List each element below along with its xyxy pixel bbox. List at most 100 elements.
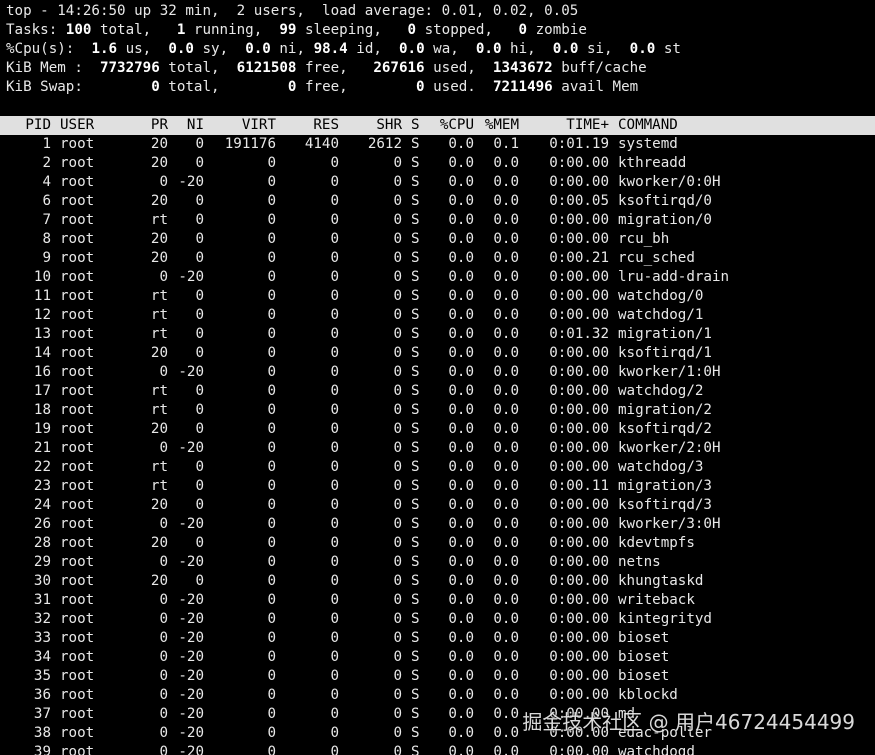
- cell-virt: 0: [267, 421, 276, 437]
- cell-ni: 0: [195, 573, 204, 589]
- table-row[interactable]: 31 root 0 -20 0 0 0 S 0.0 0.0 0:00.00 writeback: [0, 591, 875, 610]
- cell-ni: 0: [195, 250, 204, 266]
- table-row[interactable]: 26 root 0 -20 0 0 0 S 0.0 0.0 0:00.00 kworker/3:0H: [0, 515, 875, 534]
- table-row[interactable]: 11 root rt 0 0 0 0 S 0.0 0.0 0:00.00 watchdog/0: [0, 287, 875, 306]
- table-row[interactable]: 22 root rt 0 0 0 0 S 0.0 0.0 0:00.00 watchdog/3: [0, 458, 875, 477]
- cell-pr: 20: [150, 155, 168, 171]
- cell-state: S: [411, 326, 420, 342]
- column-header-time: TIME+: [566, 117, 609, 133]
- table-row[interactable]: 23 root rt 0 0 0 0 S 0.0 0.0 0:00.11 migration/3: [0, 477, 875, 496]
- table-row[interactable]: 9 root 20 0 0 0 0 S 0.0 0.0 0:00.21 rcu_sched: [0, 249, 875, 268]
- cell-state: S: [411, 364, 420, 380]
- cell-virt: 0: [267, 535, 276, 551]
- table-row[interactable]: 33 root 0 -20 0 0 0 S 0.0 0.0 0:00.00 bioset: [0, 629, 875, 648]
- cell-pr: 20: [150, 231, 168, 247]
- cell-ni: -20: [178, 611, 204, 627]
- cell-virt: 0: [267, 193, 276, 209]
- cell-ni: 0: [195, 136, 204, 152]
- cell-pid: 11: [33, 288, 51, 304]
- cell-cpu: 0.0: [448, 440, 474, 456]
- table-row[interactable]: 14 root 20 0 0 0 0 S 0.0 0.0 0:00.00 ksoftirqd/1: [0, 344, 875, 363]
- table-row[interactable]: 10 root 0 -20 0 0 0 S 0.0 0.0 0:00.00 lru-add-drain: [0, 268, 875, 287]
- cell-ni: 0: [195, 421, 204, 437]
- cell-state: S: [411, 744, 420, 755]
- table-row[interactable]: 39 root 0 -20 0 0 0 S 0.0 0.0 0:00.00 watchdogd: [0, 743, 875, 755]
- cell-user: root: [60, 573, 95, 589]
- mem-used-label: used,: [424, 60, 476, 76]
- column-header-user: USER: [60, 117, 95, 133]
- cell-shr: 0: [393, 364, 402, 380]
- cell-mem: 0.0: [493, 706, 519, 722]
- cell-cpu: 0.0: [448, 326, 474, 342]
- cell-time: 0:00.00: [549, 687, 609, 703]
- cell-virt: 0: [267, 478, 276, 494]
- cell-shr: 0: [393, 744, 402, 755]
- table-row[interactable]: 6 root 20 0 0 0 0 S 0.0 0.0 0:00.05 ksoftirqd/0: [0, 192, 875, 211]
- table-row[interactable]: 29 root 0 -20 0 0 0 S 0.0 0.0 0:00.00 netns: [0, 553, 875, 572]
- cell-time: 0:00.00: [549, 383, 609, 399]
- table-row[interactable]: 36 root 0 -20 0 0 0 S 0.0 0.0 0:00.00 kblockd: [0, 686, 875, 705]
- table-row[interactable]: 35 root 0 -20 0 0 0 S 0.0 0.0 0:00.00 bioset: [0, 667, 875, 686]
- table-row[interactable]: 17 root rt 0 0 0 0 S 0.0 0.0 0:00.00 watchdog/2: [0, 382, 875, 401]
- cell-state: S: [411, 668, 420, 684]
- cell-command: kintegrityd: [618, 611, 712, 627]
- cell-time: 0:00.00: [549, 212, 609, 228]
- terminal-window[interactable]: top - 14:26:50 up 32 min, 2 users, load …: [0, 0, 875, 755]
- cell-pr: 0: [159, 174, 168, 190]
- cell-pid: 10: [33, 269, 51, 285]
- table-row[interactable]: 30 root 20 0 0 0 0 S 0.0 0.0 0:00.00 khungtaskd: [0, 572, 875, 591]
- cell-cpu: 0.0: [448, 155, 474, 171]
- cell-ni: -20: [178, 725, 204, 741]
- cell-pid: 39: [33, 744, 51, 755]
- table-row[interactable]: 19 root 20 0 0 0 0 S 0.0 0.0 0:00.00 ksoftirqd/2: [0, 420, 875, 439]
- cell-res: 0: [330, 630, 339, 646]
- cell-time: 0:00.00: [549, 345, 609, 361]
- cell-mem: 0.0: [493, 744, 519, 755]
- cell-cpu: 0.0: [448, 554, 474, 570]
- table-row[interactable]: 12 root rt 0 0 0 0 S 0.0 0.0 0:00.00 watchdog/1: [0, 306, 875, 325]
- table-row[interactable]: 34 root 0 -20 0 0 0 S 0.0 0.0 0:00.00 bioset: [0, 648, 875, 667]
- cell-pr: rt: [150, 383, 168, 399]
- cell-pid: 7: [42, 212, 51, 228]
- mem-used: 267616: [373, 60, 425, 76]
- cell-ni: -20: [178, 668, 204, 684]
- cell-cpu: 0.0: [448, 212, 474, 228]
- cpu-hi-label: hi,: [501, 41, 536, 57]
- cell-time: 0:00.00: [549, 364, 609, 380]
- table-row[interactable]: 21 root 0 -20 0 0 0 S 0.0 0.0 0:00.00 kworker/2:0H: [0, 439, 875, 458]
- table-row[interactable]: 28 root 20 0 0 0 0 S 0.0 0.0 0:00.00 kdevtmpfs: [0, 534, 875, 553]
- table-row[interactable]: 24 root 20 0 0 0 0 S 0.0 0.0 0:00.00 ksoftirqd/3: [0, 496, 875, 515]
- table-row[interactable]: 18 root rt 0 0 0 0 S 0.0 0.0 0:00.00 migration/2: [0, 401, 875, 420]
- process-table-header[interactable]: PID USER PR NI VIRT RES SHR S %CPU %MEM TIME+ COMMA…: [0, 116, 875, 135]
- table-row[interactable]: 1 root 20 0 191176 4140 2612 S 0.0 0.1 0:01.19 syst…: [0, 135, 875, 154]
- table-row[interactable]: 2 root 20 0 0 0 0 S 0.0 0.0 0:00.00 kthreadd: [0, 154, 875, 173]
- cell-pid: 21: [33, 440, 51, 456]
- cell-res: 0: [330, 174, 339, 190]
- cell-virt: 0: [267, 269, 276, 285]
- table-row[interactable]: 16 root 0 -20 0 0 0 S 0.0 0.0 0:00.00 kworker/1:0H: [0, 363, 875, 382]
- table-row[interactable]: 32 root 0 -20 0 0 0 S 0.0 0.0 0:00.00 kintegrityd: [0, 610, 875, 629]
- cell-ni: 0: [195, 497, 204, 513]
- cell-cpu: 0.0: [448, 744, 474, 755]
- cell-res: 0: [330, 573, 339, 589]
- cell-shr: 0: [393, 725, 402, 741]
- cell-command: watchdog/3: [618, 459, 704, 475]
- cell-pr: rt: [150, 288, 168, 304]
- cell-pid: 23: [33, 478, 51, 494]
- table-row[interactable]: 8 root 20 0 0 0 0 S 0.0 0.0 0:00.00 rcu_bh: [0, 230, 875, 249]
- cell-user: root: [60, 421, 95, 437]
- cell-shr: 0: [393, 478, 402, 494]
- cell-state: S: [411, 554, 420, 570]
- cell-pr: rt: [150, 212, 168, 228]
- table-row[interactable]: 13 root rt 0 0 0 0 S 0.0 0.0 0:01.32 migration/1: [0, 325, 875, 344]
- cell-command: kworker/2:0H: [618, 440, 721, 456]
- cell-cpu: 0.0: [448, 364, 474, 380]
- table-row[interactable]: 7 root rt 0 0 0 0 S 0.0 0.0 0:00.00 migration/0: [0, 211, 875, 230]
- table-row[interactable]: 4 root 0 -20 0 0 0 S 0.0 0.0 0:00.00 kworker/0:0H: [0, 173, 875, 192]
- cell-time: 0:00.00: [549, 554, 609, 570]
- cell-time: 0:00.00: [549, 155, 609, 171]
- cell-mem: 0.0: [493, 193, 519, 209]
- cell-res: 4140: [304, 136, 339, 152]
- mem-prefix: KiB Mem :: [6, 60, 83, 76]
- cell-cpu: 0.0: [448, 136, 474, 152]
